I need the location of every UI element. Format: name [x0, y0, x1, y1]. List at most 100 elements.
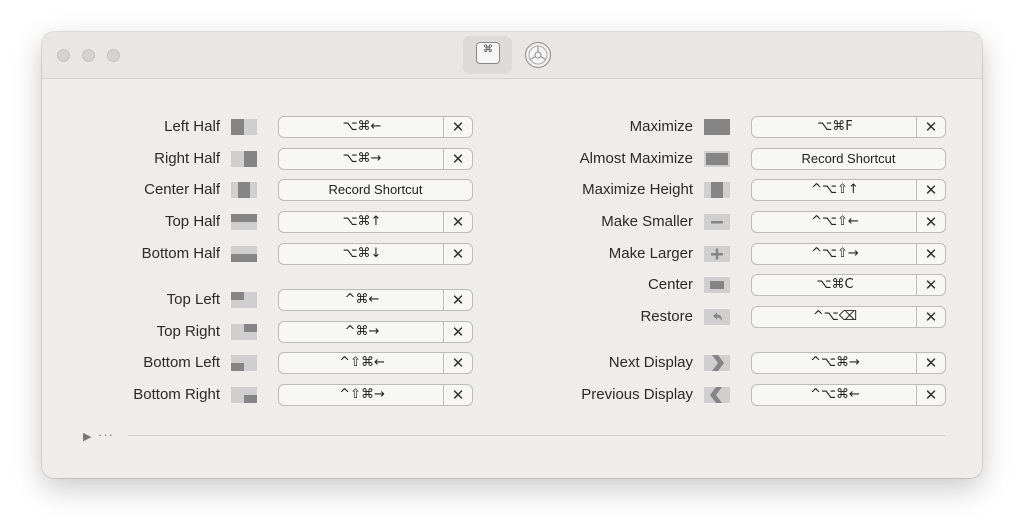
- label-maximize: Maximize: [629, 118, 693, 135]
- shortcut-field-make-larger[interactable]: ^⌥⇧→ ✕: [751, 243, 946, 265]
- clear-shortcut-icon[interactable]: ✕: [443, 149, 472, 169]
- label-left-half: Left Half: [164, 118, 220, 135]
- clear-shortcut-icon[interactable]: ✕: [916, 212, 945, 232]
- shortcut-field-center-half[interactable]: Record Shortcut: [278, 179, 473, 201]
- shortcut-keys: ^⌥⇧↑: [811, 182, 859, 197]
- shortcut-keys: ^⌥⌘←: [810, 387, 860, 402]
- tab-keyboard-shortcuts[interactable]: ⌘: [463, 36, 512, 74]
- shortcut-field-top-right[interactable]: ^⌘→ ✕: [278, 321, 473, 343]
- shortcut-keys: ⌥⌘C: [816, 277, 854, 292]
- label-top-half: Top Half: [164, 213, 220, 230]
- label-bottom-right: Bottom Right: [133, 386, 220, 403]
- bottom-right-icon: [231, 387, 257, 403]
- restore-icon: [704, 309, 730, 325]
- clear-shortcut-icon[interactable]: ✕: [443, 322, 472, 342]
- preferences-window: ⌘ Left Half ⌥⌘← ✕ Right Half ⌥⌘→ ✕ Center Half…: [42, 32, 982, 478]
- shortcut-keys: ^⌥⌘→: [810, 355, 860, 370]
- divider: [128, 435, 946, 436]
- clear-shortcut-icon[interactable]: ✕: [916, 307, 945, 327]
- shortcut-keys: ^⌘←: [344, 292, 380, 307]
- label-next-display: Next Display: [608, 354, 693, 371]
- shortcut-field-right-half[interactable]: ⌥⌘→ ✕: [278, 148, 473, 170]
- shortcut-field-bottom-left[interactable]: ^⇧⌘← ✕: [278, 352, 473, 374]
- shortcut-field-top-half[interactable]: ⌥⌘↑ ✕: [278, 211, 473, 233]
- label-center-half: Center Half: [144, 181, 220, 198]
- label-almost-maximize: Almost Maximize: [579, 150, 693, 167]
- shortcut-keys: ⌥⌘↑: [342, 214, 382, 229]
- label-maximize-height: Maximize Height: [582, 181, 693, 198]
- shortcut-keys: ⌥⌘←: [342, 119, 382, 134]
- clear-shortcut-icon[interactable]: ✕: [443, 385, 472, 405]
- shortcut-field-almost-maximize[interactable]: Record Shortcut: [751, 148, 946, 170]
- title-bar: ⌘: [42, 32, 982, 79]
- tab-settings[interactable]: [516, 36, 560, 74]
- shortcut-field-left-half[interactable]: ⌥⌘← ✕: [278, 116, 473, 138]
- disclosure-triangle-icon[interactable]: ▶: [83, 430, 91, 443]
- shortcut-keys: ^⌘→: [344, 324, 380, 339]
- label-make-larger: Make Larger: [608, 245, 693, 262]
- shortcut-field-previous-display[interactable]: ^⌥⌘← ✕: [751, 384, 946, 406]
- shortcut-field-bottom-half[interactable]: ⌥⌘↓ ✕: [278, 243, 473, 265]
- shortcut-keys: ^⌥⌫: [812, 309, 858, 324]
- shortcut-field-next-display[interactable]: ^⌥⌘→ ✕: [751, 352, 946, 374]
- clear-shortcut-icon[interactable]: ✕: [443, 117, 472, 137]
- shortcut-field-bottom-right[interactable]: ^⇧⌘→ ✕: [278, 384, 473, 406]
- maximize-icon: [704, 119, 730, 135]
- top-half-icon: [231, 214, 257, 230]
- shortcut-keys: ^⌥⇧←: [811, 214, 859, 229]
- shortcut-keys: ⌥⌘F: [817, 119, 853, 134]
- label-previous-display: Previous Display: [581, 386, 693, 403]
- center-icon: [704, 277, 730, 293]
- next-display-icon: [704, 355, 730, 371]
- clear-shortcut-icon[interactable]: ✕: [916, 275, 945, 295]
- shortcut-keys: ⌥⌘→: [342, 151, 382, 166]
- maximize-height-icon: [704, 182, 730, 198]
- clear-shortcut-icon[interactable]: ✕: [443, 290, 472, 310]
- make-smaller-icon: [704, 214, 730, 230]
- make-larger-icon: [704, 246, 730, 262]
- minimize-window-button[interactable]: [82, 49, 95, 62]
- label-top-right: Top Right: [156, 323, 220, 340]
- record-shortcut-label: Record Shortcut: [328, 182, 423, 197]
- clear-shortcut-icon[interactable]: ✕: [916, 244, 945, 264]
- left-half-icon: [231, 119, 257, 135]
- zoom-window-button[interactable]: [107, 49, 120, 62]
- clear-shortcut-icon[interactable]: ✕: [916, 353, 945, 373]
- bottom-half-icon: [231, 246, 257, 262]
- previous-display-icon: [704, 387, 730, 403]
- clear-shortcut-icon[interactable]: ✕: [443, 244, 472, 264]
- label-top-left: Top Left: [166, 291, 220, 308]
- top-left-icon: [231, 292, 257, 308]
- label-bottom-half: Bottom Half: [141, 245, 220, 262]
- shortcut-keys: ^⇧⌘→: [339, 387, 385, 402]
- shortcut-keys: ^⇧⌘←: [339, 355, 385, 370]
- right-half-icon: [231, 151, 257, 167]
- clear-shortcut-icon[interactable]: ✕: [916, 117, 945, 137]
- close-window-button[interactable]: [57, 49, 70, 62]
- keyboard-shortcut-icon: ⌘: [476, 42, 500, 64]
- shortcut-keys: ⌥⌘↓: [342, 246, 382, 261]
- label-right-half: Right Half: [154, 150, 220, 167]
- shortcut-field-center[interactable]: ⌥⌘C ✕: [751, 274, 946, 296]
- label-make-smaller: Make Smaller: [601, 213, 693, 230]
- clear-shortcut-icon[interactable]: ✕: [916, 385, 945, 405]
- label-center: Center: [647, 276, 693, 293]
- clear-shortcut-icon[interactable]: ✕: [443, 353, 472, 373]
- record-shortcut-label: Record Shortcut: [801, 151, 896, 166]
- center-half-icon: [231, 182, 257, 198]
- label-restore: Restore: [640, 308, 693, 325]
- clear-shortcut-icon[interactable]: ✕: [443, 212, 472, 232]
- label-bottom-left: Bottom Left: [143, 354, 220, 371]
- more-options[interactable]: ···: [98, 427, 114, 442]
- shortcut-field-maximize-height[interactable]: ^⌥⇧↑ ✕: [751, 179, 946, 201]
- gear-icon: [524, 41, 552, 69]
- shortcut-field-top-left[interactable]: ^⌘← ✕: [278, 289, 473, 311]
- shortcut-keys: ^⌥⇧→: [811, 246, 859, 261]
- shortcut-field-maximize[interactable]: ⌥⌘F ✕: [751, 116, 946, 138]
- top-right-icon: [231, 324, 257, 340]
- shortcut-field-make-smaller[interactable]: ^⌥⇧← ✕: [751, 211, 946, 233]
- clear-shortcut-icon[interactable]: ✕: [916, 180, 945, 200]
- shortcut-field-restore[interactable]: ^⌥⌫ ✕: [751, 306, 946, 328]
- almost-maximize-icon: [704, 151, 730, 167]
- bottom-left-icon: [231, 355, 257, 371]
